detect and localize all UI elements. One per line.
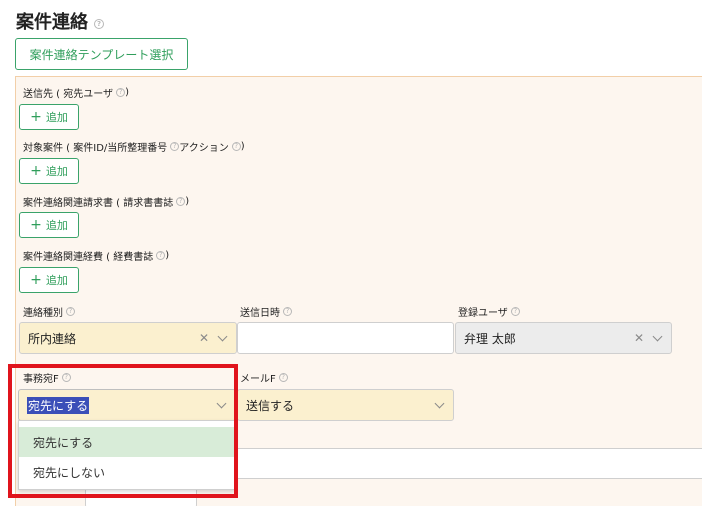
mail-flag-select[interactable]: 送信する xyxy=(237,389,454,421)
send-datetime-label: 送信日時 ? xyxy=(240,304,292,319)
clear-icon[interactable]: ✕ xyxy=(634,331,644,345)
partial-button[interactable] xyxy=(85,488,197,506)
registered-user-select[interactable]: 弁理 太郎 ✕ xyxy=(455,322,672,354)
chevron-down-icon[interactable] xyxy=(434,398,445,408)
help-icon[interactable]: ? xyxy=(176,197,186,206)
template-select-button[interactable]: 案件連絡テンプレート選択 xyxy=(15,38,188,70)
section-label-text: 対象案件 ( 案件ID/当所整理番号 xyxy=(23,143,168,154)
section-label-recipients: 送信先 ( 宛先ユーザ ? ) xyxy=(23,85,129,100)
help-icon[interactable]: ? xyxy=(61,373,71,382)
select-value: 宛先にする xyxy=(27,396,90,414)
mail-flag-label: メールF ? xyxy=(240,370,288,385)
add-button-label: 追加 xyxy=(45,111,68,124)
field-label-text: 連絡種別 xyxy=(23,308,63,319)
section-label-invoice: 案件連絡関連請求書 ( 請求書書誌 ? ) xyxy=(23,194,189,209)
section-label-expense: 案件連絡関連経費 ( 経費書誌 ? ) xyxy=(23,248,169,263)
plus-icon: + xyxy=(30,109,42,125)
send-datetime-input[interactable] xyxy=(237,322,454,354)
help-icon[interactable]: ? xyxy=(278,373,288,382)
chevron-down-icon[interactable] xyxy=(216,398,227,408)
help-icon[interactable]: ? xyxy=(156,251,166,260)
add-button-label: 追加 xyxy=(45,165,68,178)
help-icon[interactable]: ? xyxy=(283,307,292,316)
section-label-close: ) xyxy=(125,87,129,98)
section-label-target-case: 対象案件 ( 案件ID/当所整理番号 ? アクション ? ) xyxy=(23,139,245,154)
clear-icon[interactable]: ✕ xyxy=(199,331,209,345)
office-addr-flag-label: 事務宛F ? xyxy=(23,370,71,385)
select-value: 所内連絡 xyxy=(28,331,77,346)
section-label-text: 案件連絡関連請求書 ( 請求書書誌 xyxy=(23,198,174,209)
select-value: 送信する xyxy=(246,398,295,413)
dropdown-option[interactable]: 宛先にする xyxy=(19,427,234,457)
chevron-down-icon[interactable] xyxy=(652,331,663,341)
page-title: 案件連絡 ? xyxy=(16,8,104,34)
plus-icon: + xyxy=(30,272,42,288)
plus-icon: + xyxy=(30,163,42,179)
section-label-text: 送信先 ( 宛先ユーザ xyxy=(23,89,114,100)
help-icon[interactable]: ? xyxy=(231,142,241,151)
help-icon[interactable]: ? xyxy=(94,19,104,29)
section-label-action: アクション xyxy=(179,143,229,154)
add-target-case-button[interactable]: + 追加 xyxy=(19,158,79,184)
registered-user-label: 登録ユーザ ? xyxy=(458,304,520,319)
help-icon[interactable]: ? xyxy=(116,88,126,97)
add-recipient-button[interactable]: + 追加 xyxy=(19,104,79,130)
page-title-text: 案件連絡 xyxy=(16,12,88,33)
section-label-close: ) xyxy=(185,196,190,207)
text-input[interactable] xyxy=(236,448,702,479)
add-expense-button[interactable]: + 追加 xyxy=(19,267,79,293)
field-label-text: メールF xyxy=(240,374,276,385)
add-button-label: 追加 xyxy=(45,274,68,287)
contact-type-label: 連絡種別 ? xyxy=(23,304,75,319)
help-icon[interactable]: ? xyxy=(66,307,75,316)
dropdown-menu: 宛先にする 宛先にしない xyxy=(18,420,235,490)
chevron-down-icon[interactable] xyxy=(217,331,228,341)
section-label-close: ) xyxy=(240,141,245,152)
section-label-close: ) xyxy=(165,250,170,261)
office-addr-flag-select[interactable]: 宛先にする xyxy=(18,389,236,421)
help-icon[interactable]: ? xyxy=(510,307,520,316)
contact-type-select[interactable]: 所内連絡 ✕ xyxy=(19,322,237,354)
add-invoice-button[interactable]: + 追加 xyxy=(19,212,79,238)
plus-icon: + xyxy=(30,217,42,233)
select-value: 弁理 太郎 xyxy=(464,331,516,346)
field-label-text: 事務宛F xyxy=(23,374,59,385)
dropdown-option[interactable]: 宛先にしない xyxy=(19,457,234,487)
section-label-text: 案件連絡関連経費 ( 経費書誌 xyxy=(23,252,154,263)
field-label-text: 送信日時 xyxy=(240,308,280,319)
field-label-text: 登録ユーザ xyxy=(458,308,508,319)
help-icon[interactable]: ? xyxy=(170,142,180,151)
add-button-label: 追加 xyxy=(45,219,68,232)
